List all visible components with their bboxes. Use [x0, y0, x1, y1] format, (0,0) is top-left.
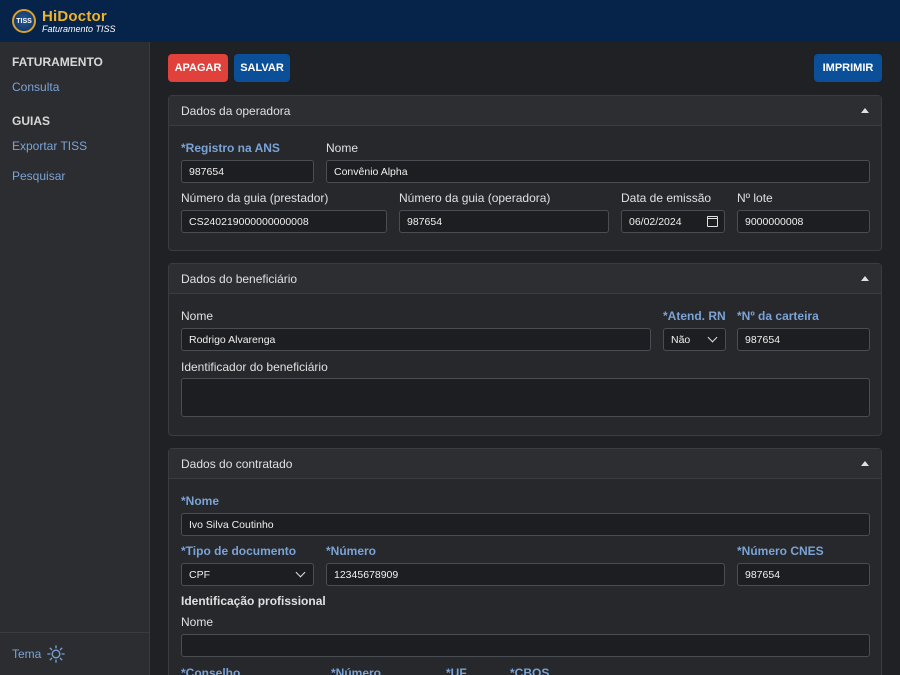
- uf-label: *UF: [446, 666, 467, 675]
- card-beneficiario-header[interactable]: Dados do beneficiário: [169, 264, 881, 294]
- theme-toggle[interactable]: Tema: [0, 632, 150, 675]
- caret-up-icon[interactable]: [861, 276, 869, 281]
- caret-up-icon[interactable]: [861, 108, 869, 113]
- sidebar-item-consulta[interactable]: Consulta: [0, 80, 59, 94]
- logo-badge-text: TISS: [16, 17, 32, 25]
- profissional-nome-input[interactable]: [181, 634, 870, 657]
- chevron-down-icon: [707, 332, 718, 343]
- card-operadora-header[interactable]: Dados da operadora: [169, 96, 881, 126]
- identificador-label: Identificador do beneficiário: [181, 360, 328, 374]
- guia-operadora-label: Número da guia (operadora): [399, 191, 551, 205]
- card-beneficiario: Dados do beneficiário Nome Rodrigo Alvar…: [168, 263, 882, 436]
- app-subtitle: Faturamento TISS: [42, 23, 116, 34]
- atend-rn-value: Não: [671, 333, 691, 346]
- main-content: APAGAR SALVAR IMPRIMIR Dados da operador…: [150, 42, 900, 675]
- app-name: HiDoctor: [42, 7, 107, 25]
- card-contratado-title: Dados do contratado: [181, 456, 293, 471]
- operadora-nome-label: Nome: [326, 141, 359, 155]
- identificador-textarea[interactable]: [181, 378, 870, 417]
- card-operadora-title: Dados da operadora: [181, 103, 291, 118]
- tipo-documento-select[interactable]: CPF: [181, 563, 314, 586]
- tiss-logo-icon: TISS: [12, 9, 36, 33]
- card-operadora: Dados da operadora *Registro na ANS 9876…: [168, 95, 882, 251]
- lote-label: Nº lote: [737, 191, 773, 205]
- sidebar: FATURAMENTO Consulta GUIAS Exportar TISS…: [0, 42, 150, 675]
- carteira-label: *Nº da carteira: [737, 309, 819, 323]
- card-contratado-header[interactable]: Dados do contratado: [169, 449, 881, 479]
- theme-label: Tema: [12, 647, 42, 661]
- tipo-documento-label: *Tipo de documento: [181, 544, 297, 558]
- sidebar-item-exportar-tiss[interactable]: Exportar TISS: [0, 139, 87, 153]
- delete-button[interactable]: APAGAR: [168, 54, 228, 82]
- guia-operadora-input[interactable]: 987654: [399, 210, 609, 233]
- card-beneficiario-title: Dados do beneficiário: [181, 271, 298, 286]
- carteira-input[interactable]: 987654: [737, 328, 870, 351]
- atend-rn-select[interactable]: Não: [663, 328, 726, 351]
- registro-ans-label: *Registro na ANS: [181, 141, 280, 155]
- sun-icon: [47, 645, 66, 663]
- documento-numero-input[interactable]: 12345678909: [326, 563, 725, 586]
- guia-prestador-label: Número da guia (prestador): [181, 191, 329, 205]
- beneficiario-nome-input[interactable]: Rodrigo Alvarenga: [181, 328, 651, 351]
- tipo-documento-value: CPF: [189, 568, 210, 581]
- top-bar: TISS HiDoctor Faturamento TISS: [0, 0, 900, 42]
- save-button[interactable]: SALVAR: [234, 54, 290, 82]
- sidebar-section-guias: GUIAS: [12, 114, 51, 128]
- chevron-down-icon: [295, 567, 306, 578]
- documento-numero-label: *Número: [326, 544, 377, 558]
- beneficiario-nome-label: Nome: [181, 309, 214, 323]
- contratado-nome-label: *Nome: [181, 494, 220, 508]
- lote-input[interactable]: 9000000008: [737, 210, 870, 233]
- registro-ans-input[interactable]: 987654: [181, 160, 314, 183]
- identificacao-profissional-heading: Identificação profissional: [181, 594, 326, 608]
- conselho-label: *Conselho: [181, 666, 241, 675]
- cnes-label: *Número CNES: [737, 544, 824, 558]
- contratado-nome-input[interactable]: Ivo Silva Coutinho: [181, 513, 870, 536]
- profissional-numero-label: *Número: [331, 666, 382, 675]
- data-emissao-label: Data de emissão: [621, 191, 712, 205]
- atend-rn-label: *Atend. RN: [663, 309, 726, 323]
- data-emissao-value: 06/02/2024: [629, 215, 682, 228]
- cbos-label: *CBOS: [510, 666, 550, 675]
- data-emissao-input[interactable]: 06/02/2024: [621, 210, 725, 233]
- profissional-nome-label: Nome: [181, 615, 214, 629]
- brand[interactable]: HiDoctor Faturamento TISS: [42, 9, 116, 34]
- sidebar-section-faturamento: FATURAMENTO: [12, 55, 103, 69]
- card-contratado: Dados do contratado *Nome Ivo Silva Cout…: [168, 448, 882, 675]
- guia-prestador-input[interactable]: CS240219000000000008: [181, 210, 387, 233]
- calendar-icon[interactable]: [707, 216, 718, 227]
- print-button[interactable]: IMPRIMIR: [814, 54, 882, 82]
- sidebar-item-pesquisar[interactable]: Pesquisar: [0, 169, 65, 183]
- cnes-input[interactable]: 987654: [737, 563, 870, 586]
- operadora-nome-input[interactable]: Convênio Alpha: [326, 160, 870, 183]
- caret-up-icon[interactable]: [861, 461, 869, 466]
